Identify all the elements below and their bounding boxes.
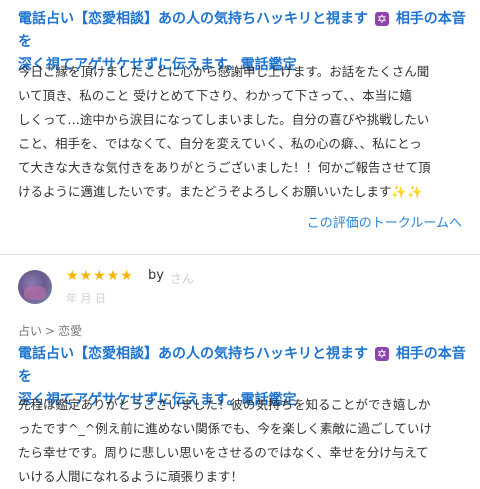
breadcrumb: 占い > 恋愛 <box>18 322 85 339</box>
breadcrumb-item[interactable]: 占い <box>18 324 42 338</box>
breadcrumb-item[interactable]: 恋愛 <box>58 324 82 338</box>
review-line: いける人間になれるように頑張ります！ <box>18 469 244 484</box>
review-line: いて頂き、私のこと 受けとめて下さり、わかって下さって、、本当に嬉 <box>18 88 413 103</box>
service-title-text: 電話占い【恋愛相談】あの人の気持ちハッキリと視ます <box>18 11 368 27</box>
divider <box>0 254 480 255</box>
star-of-david-icon: ✡ <box>374 12 389 26</box>
reviews-page: 電話占い【恋愛相談】あの人の気持ちハッキリと視ます ✡ 相手の本音を 深く視てア… <box>0 0 480 484</box>
review-body: 今日ご縁を頂けましたことに心から感謝申し上げます。お話をたくさん聞 いて頂き、私… <box>18 60 464 204</box>
rating-stars: ★★★★★ <box>66 268 134 284</box>
review-line: 今日ご縁を頂けましたことに心から感謝申し上げます。お話をたくさん聞 <box>18 64 430 79</box>
avatar[interactable] <box>18 270 52 304</box>
review-card: 電話占い【恋愛相談】あの人の気持ちハッキリと視ます ✡ 相手の本音を 深く視てア… <box>0 0 480 257</box>
review-line: けるように邁進したいです。またどうぞよろしくお願いいたします✨✨ <box>18 180 464 204</box>
review-line: こと、相手を、ではなくて、自分を変えていく、私の心の癖、、私にとっ <box>18 136 422 151</box>
review-line-text: けるように邁進したいです。またどうぞよろしくお願いいたします <box>18 184 392 199</box>
username[interactable]: さん <box>170 270 194 287</box>
review-line: しくって…途中から涙目になってしまいました。自分の喜びや挑戦したい <box>18 112 430 127</box>
star-of-david-icon: ✡ <box>374 347 389 361</box>
review-body: 先程は鑑定ありがとうございました！彼の気持ちを知ることができ嬉しか ったです^_… <box>18 393 464 489</box>
review-line: ったです^_^例え前に進めない関係でも、今を楽しく素敵に過ごしていけ <box>18 421 432 436</box>
talkroom-link[interactable]: この評価のトークルームへ <box>307 212 462 231</box>
service-title-text: 電話占い【恋愛相談】あの人の気持ちハッキリと視ます <box>18 346 368 362</box>
by-label: by <box>148 268 164 283</box>
review-date: 年 月 日 <box>66 292 106 305</box>
review-line: て大きな大きな気付きをありがとうございました！！何かご報告させて頂 <box>18 160 431 175</box>
review-line: たら幸せです。周りに悲しい思いをさせるのではなく、幸せを分け与えて <box>18 445 429 460</box>
sparkle-icon: ✨✨ <box>391 184 423 199</box>
breadcrumb-separator: > <box>45 324 56 338</box>
review-line: 先程は鑑定ありがとうございました！彼の気持ちを知ることができ嬉しか <box>18 397 431 412</box>
